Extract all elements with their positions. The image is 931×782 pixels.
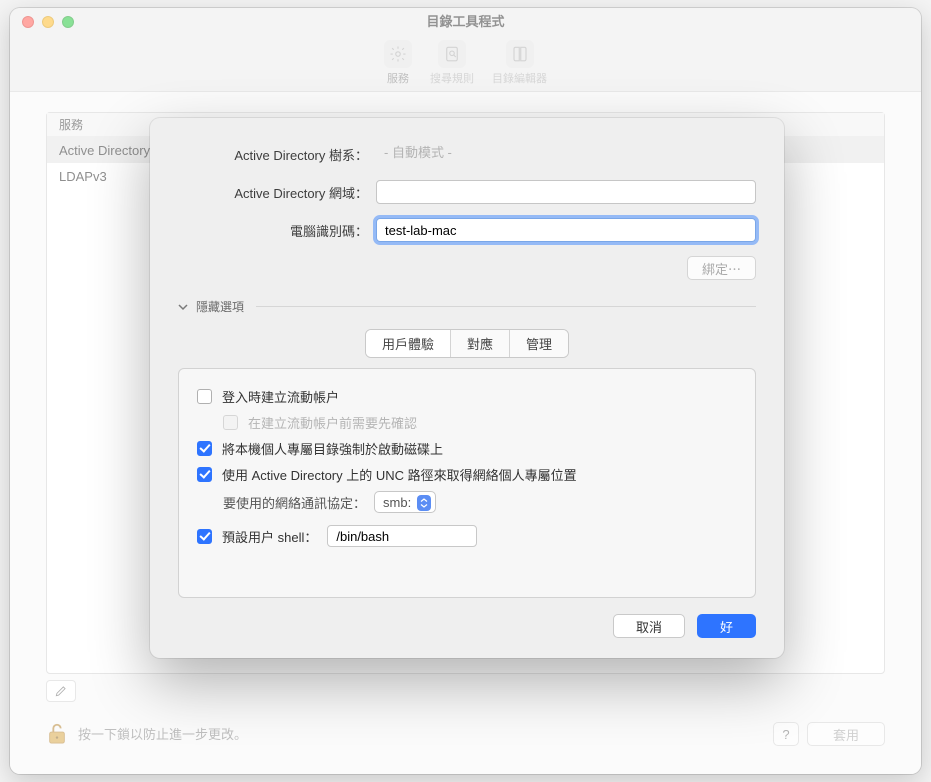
cancel-button[interactable]: 取消 xyxy=(613,614,685,638)
protocol-label: 要使用的網絡通訊協定： xyxy=(223,493,366,512)
ok-button[interactable]: 好 xyxy=(697,614,756,638)
bind-button[interactable]: 綁定⋯ xyxy=(687,256,756,280)
user-experience-panel: 登入時建立流動帳户 在建立流動帳户前需要先確認 將本機個人專屬目錄強制於啟動磁碟… xyxy=(178,368,756,598)
lock-row: 按一下鎖以防止進一步更改。 xyxy=(46,720,247,746)
default-shell-checkbox[interactable] xyxy=(197,529,212,544)
confirm-mobile-checkbox xyxy=(223,415,238,430)
protocol-value: smb: xyxy=(383,495,411,510)
protocol-select[interactable]: smb: xyxy=(374,491,436,513)
toolbar-services-button[interactable]: 服務 xyxy=(384,40,412,86)
force-local-home-checkbox[interactable] xyxy=(197,441,212,456)
book-icon xyxy=(506,40,534,68)
apply-button[interactable]: 套用 xyxy=(807,722,885,746)
force-local-home-label: 將本機個人專屬目錄強制於啟動磁碟上 xyxy=(222,439,443,458)
edit-service-button[interactable] xyxy=(46,680,76,702)
updown-icon xyxy=(420,498,428,508)
unlock-icon[interactable] xyxy=(46,720,68,746)
computer-id-input[interactable] xyxy=(376,218,756,242)
tab-user-experience[interactable]: 用戶體驗 xyxy=(366,330,450,357)
toolbar-label: 目錄編輯器 xyxy=(492,70,547,86)
default-shell-label: 預設用户 shell： xyxy=(222,527,317,546)
options-tabs: 用戶體驗 對應 管理 xyxy=(365,329,569,358)
toolbar-search-policy-button[interactable]: 搜尋規則 xyxy=(430,40,474,86)
computer-id-label: 電腦識別碼： xyxy=(178,221,368,240)
toolbar: 服務 搜尋規則 目錄編輯器 xyxy=(10,36,921,92)
disclosure-label: 隱藏選項 xyxy=(196,298,244,315)
default-shell-input[interactable] xyxy=(327,525,477,547)
help-button[interactable]: ? xyxy=(773,722,799,746)
titlebar: 目錄工具程式 xyxy=(10,8,921,36)
gear-icon xyxy=(384,40,412,68)
confirm-mobile-label: 在建立流動帳户前需要先確認 xyxy=(248,413,417,432)
tab-mapping[interactable]: 對應 xyxy=(450,330,509,357)
toolbar-directory-editor-button[interactable]: 目錄編輯器 xyxy=(492,40,547,86)
forest-value: - 自動模式 - xyxy=(376,142,756,166)
ad-config-sheet: Active Directory 樹系： - 自動模式 - Active Dir… xyxy=(150,118,784,658)
search-doc-icon xyxy=(438,40,466,68)
create-mobile-label: 登入時建立流動帳户 xyxy=(222,387,339,406)
chevron-down-icon xyxy=(178,302,188,312)
hide-options-disclosure[interactable]: 隱藏選項 xyxy=(178,298,756,315)
create-mobile-checkbox[interactable] xyxy=(197,389,212,404)
use-unc-label: 使用 Active Directory 上的 UNC 路徑來取得網絡個人專屬位置 xyxy=(222,465,577,484)
domain-label: Active Directory 網域： xyxy=(178,183,368,202)
lock-text: 按一下鎖以防止進一步更改。 xyxy=(78,724,247,743)
domain-input[interactable] xyxy=(376,180,756,204)
pencil-icon xyxy=(54,684,68,698)
window-title: 目錄工具程式 xyxy=(10,11,921,30)
forest-label: Active Directory 樹系： xyxy=(178,145,368,164)
use-unc-checkbox[interactable] xyxy=(197,467,212,482)
tab-admin[interactable]: 管理 xyxy=(509,330,568,357)
toolbar-label: 搜尋規則 xyxy=(430,70,474,86)
toolbar-label: 服務 xyxy=(387,70,409,86)
